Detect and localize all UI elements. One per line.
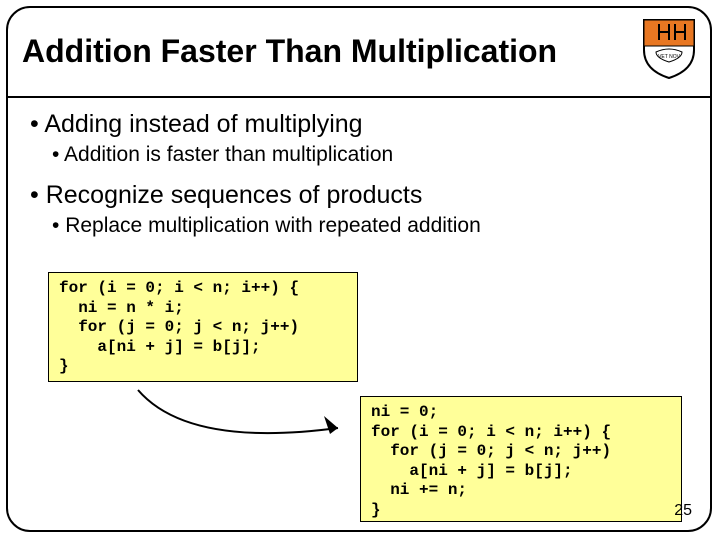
title-bar: Addition Faster Than Multiplication — [8, 8, 710, 98]
page-number: 25 — [674, 502, 692, 520]
bullet-level2: Addition is faster than multiplication — [52, 143, 670, 167]
bullet-level1: Adding instead of multiplying — [30, 110, 670, 139]
bullet-list: Adding instead of multiplying Addition i… — [30, 110, 670, 252]
svg-text:VET NOV: VET NOV — [658, 54, 681, 60]
slide-frame: Addition Faster Than Multiplication VET … — [6, 6, 712, 532]
code-block-before: for (i = 0; i < n; i++) { ni = n * i; fo… — [48, 272, 358, 382]
bullet-level2: Replace multiplication with repeated add… — [52, 214, 670, 238]
princeton-shield-icon: VET NOV — [642, 16, 696, 80]
slide-title: Addition Faster Than Multiplication — [22, 34, 557, 69]
code-block-after: ni = 0; for (i = 0; i < n; i++) { for (j… — [360, 396, 682, 522]
bullet-level1: Recognize sequences of products — [30, 181, 670, 210]
arrow-icon — [128, 378, 368, 468]
